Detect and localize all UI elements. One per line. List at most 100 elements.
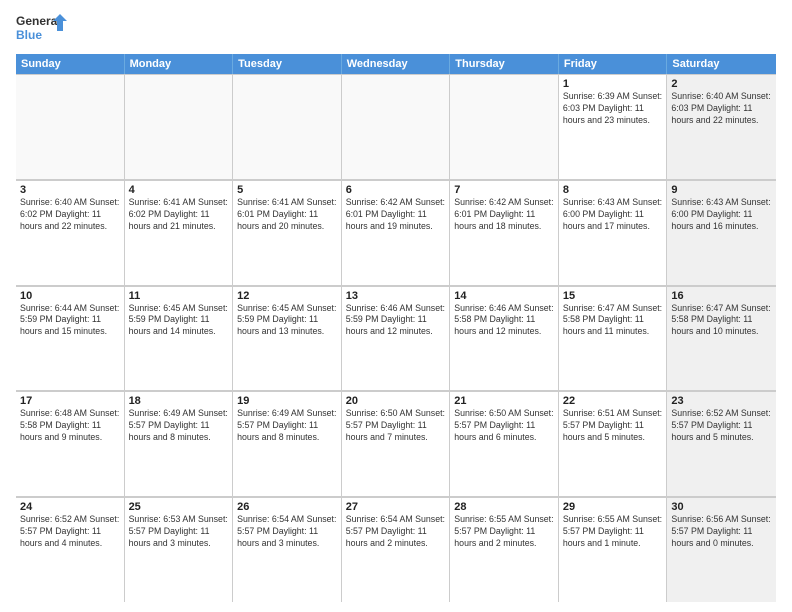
day-number: 1 [563, 78, 663, 90]
day-number: 30 [671, 501, 772, 513]
day-info: Sunrise: 6:45 AM Sunset: 5:59 PM Dayligh… [129, 303, 229, 339]
calendar-cell: 1Sunrise: 6:39 AM Sunset: 6:03 PM Daylig… [559, 74, 668, 179]
day-number: 27 [346, 501, 446, 513]
day-info: Sunrise: 6:42 AM Sunset: 6:01 PM Dayligh… [346, 197, 446, 233]
day-info: Sunrise: 6:41 AM Sunset: 6:02 PM Dayligh… [129, 197, 229, 233]
calendar-body: 1Sunrise: 6:39 AM Sunset: 6:03 PM Daylig… [16, 74, 776, 602]
day-info: Sunrise: 6:45 AM Sunset: 5:59 PM Dayligh… [237, 303, 337, 339]
day-info: Sunrise: 6:40 AM Sunset: 6:03 PM Dayligh… [671, 91, 772, 127]
calendar-cell: 26Sunrise: 6:54 AM Sunset: 5:57 PM Dayli… [233, 497, 342, 602]
calendar-cell: 14Sunrise: 6:46 AM Sunset: 5:58 PM Dayli… [450, 286, 559, 391]
day-info: Sunrise: 6:41 AM Sunset: 6:01 PM Dayligh… [237, 197, 337, 233]
day-info: Sunrise: 6:53 AM Sunset: 5:57 PM Dayligh… [129, 514, 229, 550]
day-number: 17 [20, 395, 120, 407]
calendar-cell: 28Sunrise: 6:55 AM Sunset: 5:57 PM Dayli… [450, 497, 559, 602]
calendar-row: 24Sunrise: 6:52 AM Sunset: 5:57 PM Dayli… [16, 497, 776, 602]
calendar-cell: 19Sunrise: 6:49 AM Sunset: 5:57 PM Dayli… [233, 391, 342, 496]
calendar-row: 3Sunrise: 6:40 AM Sunset: 6:02 PM Daylig… [16, 180, 776, 286]
calendar-cell: 6Sunrise: 6:42 AM Sunset: 6:01 PM Daylig… [342, 180, 451, 285]
page: General Blue SundayMondayTuesdayWednesda… [0, 0, 792, 612]
calendar-cell: 20Sunrise: 6:50 AM Sunset: 5:57 PM Dayli… [342, 391, 451, 496]
day-number: 11 [129, 290, 229, 302]
day-info: Sunrise: 6:50 AM Sunset: 5:57 PM Dayligh… [454, 408, 554, 444]
weekday-header: Monday [125, 54, 234, 74]
logo: General Blue [16, 12, 68, 48]
calendar-cell: 7Sunrise: 6:42 AM Sunset: 6:01 PM Daylig… [450, 180, 559, 285]
calendar-cell: 30Sunrise: 6:56 AM Sunset: 5:57 PM Dayli… [667, 497, 776, 602]
calendar-cell: 29Sunrise: 6:55 AM Sunset: 5:57 PM Dayli… [559, 497, 668, 602]
calendar-cell: 11Sunrise: 6:45 AM Sunset: 5:59 PM Dayli… [125, 286, 234, 391]
calendar-cell: 8Sunrise: 6:43 AM Sunset: 6:00 PM Daylig… [559, 180, 668, 285]
calendar-cell: 27Sunrise: 6:54 AM Sunset: 5:57 PM Dayli… [342, 497, 451, 602]
weekday-header: Friday [559, 54, 668, 74]
day-info: Sunrise: 6:46 AM Sunset: 5:59 PM Dayligh… [346, 303, 446, 339]
day-number: 28 [454, 501, 554, 513]
calendar-cell [450, 74, 559, 179]
day-number: 19 [237, 395, 337, 407]
calendar-cell: 5Sunrise: 6:41 AM Sunset: 6:01 PM Daylig… [233, 180, 342, 285]
logo-svg: General Blue [16, 12, 68, 48]
calendar-cell: 2Sunrise: 6:40 AM Sunset: 6:03 PM Daylig… [667, 74, 776, 179]
day-info: Sunrise: 6:52 AM Sunset: 5:57 PM Dayligh… [20, 514, 120, 550]
day-number: 12 [237, 290, 337, 302]
calendar-cell: 15Sunrise: 6:47 AM Sunset: 5:58 PM Dayli… [559, 286, 668, 391]
day-number: 13 [346, 290, 446, 302]
weekday-header: Thursday [450, 54, 559, 74]
day-number: 24 [20, 501, 120, 513]
weekday-header: Saturday [667, 54, 776, 74]
calendar-cell: 4Sunrise: 6:41 AM Sunset: 6:02 PM Daylig… [125, 180, 234, 285]
day-info: Sunrise: 6:40 AM Sunset: 6:02 PM Dayligh… [20, 197, 120, 233]
calendar-cell: 23Sunrise: 6:52 AM Sunset: 5:57 PM Dayli… [667, 391, 776, 496]
day-info: Sunrise: 6:49 AM Sunset: 5:57 PM Dayligh… [237, 408, 337, 444]
calendar-cell: 16Sunrise: 6:47 AM Sunset: 5:58 PM Dayli… [667, 286, 776, 391]
day-number: 5 [237, 184, 337, 196]
header: General Blue [16, 12, 776, 48]
calendar-row: 1Sunrise: 6:39 AM Sunset: 6:03 PM Daylig… [16, 74, 776, 180]
calendar-cell: 9Sunrise: 6:43 AM Sunset: 6:00 PM Daylig… [667, 180, 776, 285]
day-number: 22 [563, 395, 663, 407]
calendar-cell: 12Sunrise: 6:45 AM Sunset: 5:59 PM Dayli… [233, 286, 342, 391]
day-info: Sunrise: 6:50 AM Sunset: 5:57 PM Dayligh… [346, 408, 446, 444]
day-number: 16 [671, 290, 772, 302]
calendar-cell [16, 74, 125, 179]
day-number: 25 [129, 501, 229, 513]
day-number: 26 [237, 501, 337, 513]
day-info: Sunrise: 6:55 AM Sunset: 5:57 PM Dayligh… [454, 514, 554, 550]
calendar-cell [125, 74, 234, 179]
calendar-cell: 10Sunrise: 6:44 AM Sunset: 5:59 PM Dayli… [16, 286, 125, 391]
day-info: Sunrise: 6:54 AM Sunset: 5:57 PM Dayligh… [237, 514, 337, 550]
day-number: 18 [129, 395, 229, 407]
calendar-cell: 3Sunrise: 6:40 AM Sunset: 6:02 PM Daylig… [16, 180, 125, 285]
day-number: 6 [346, 184, 446, 196]
day-info: Sunrise: 6:51 AM Sunset: 5:57 PM Dayligh… [563, 408, 663, 444]
day-info: Sunrise: 6:46 AM Sunset: 5:58 PM Dayligh… [454, 303, 554, 339]
calendar-row: 10Sunrise: 6:44 AM Sunset: 5:59 PM Dayli… [16, 286, 776, 392]
day-info: Sunrise: 6:44 AM Sunset: 5:59 PM Dayligh… [20, 303, 120, 339]
day-info: Sunrise: 6:47 AM Sunset: 5:58 PM Dayligh… [671, 303, 772, 339]
day-number: 8 [563, 184, 663, 196]
day-number: 21 [454, 395, 554, 407]
day-number: 23 [671, 395, 772, 407]
weekday-header: Sunday [16, 54, 125, 74]
calendar-row: 17Sunrise: 6:48 AM Sunset: 5:58 PM Dayli… [16, 391, 776, 497]
calendar-cell [342, 74, 451, 179]
day-number: 9 [671, 184, 772, 196]
calendar-cell: 13Sunrise: 6:46 AM Sunset: 5:59 PM Dayli… [342, 286, 451, 391]
calendar-cell: 21Sunrise: 6:50 AM Sunset: 5:57 PM Dayli… [450, 391, 559, 496]
calendar-cell: 22Sunrise: 6:51 AM Sunset: 5:57 PM Dayli… [559, 391, 668, 496]
day-info: Sunrise: 6:48 AM Sunset: 5:58 PM Dayligh… [20, 408, 120, 444]
day-number: 2 [671, 78, 772, 90]
day-info: Sunrise: 6:47 AM Sunset: 5:58 PM Dayligh… [563, 303, 663, 339]
calendar-cell: 17Sunrise: 6:48 AM Sunset: 5:58 PM Dayli… [16, 391, 125, 496]
day-info: Sunrise: 6:55 AM Sunset: 5:57 PM Dayligh… [563, 514, 663, 550]
calendar-cell: 18Sunrise: 6:49 AM Sunset: 5:57 PM Dayli… [125, 391, 234, 496]
day-number: 15 [563, 290, 663, 302]
day-info: Sunrise: 6:39 AM Sunset: 6:03 PM Dayligh… [563, 91, 663, 127]
day-number: 4 [129, 184, 229, 196]
day-info: Sunrise: 6:49 AM Sunset: 5:57 PM Dayligh… [129, 408, 229, 444]
weekday-header: Wednesday [342, 54, 451, 74]
day-number: 14 [454, 290, 554, 302]
day-number: 10 [20, 290, 120, 302]
calendar-header: SundayMondayTuesdayWednesdayThursdayFrid… [16, 54, 776, 74]
day-number: 29 [563, 501, 663, 513]
